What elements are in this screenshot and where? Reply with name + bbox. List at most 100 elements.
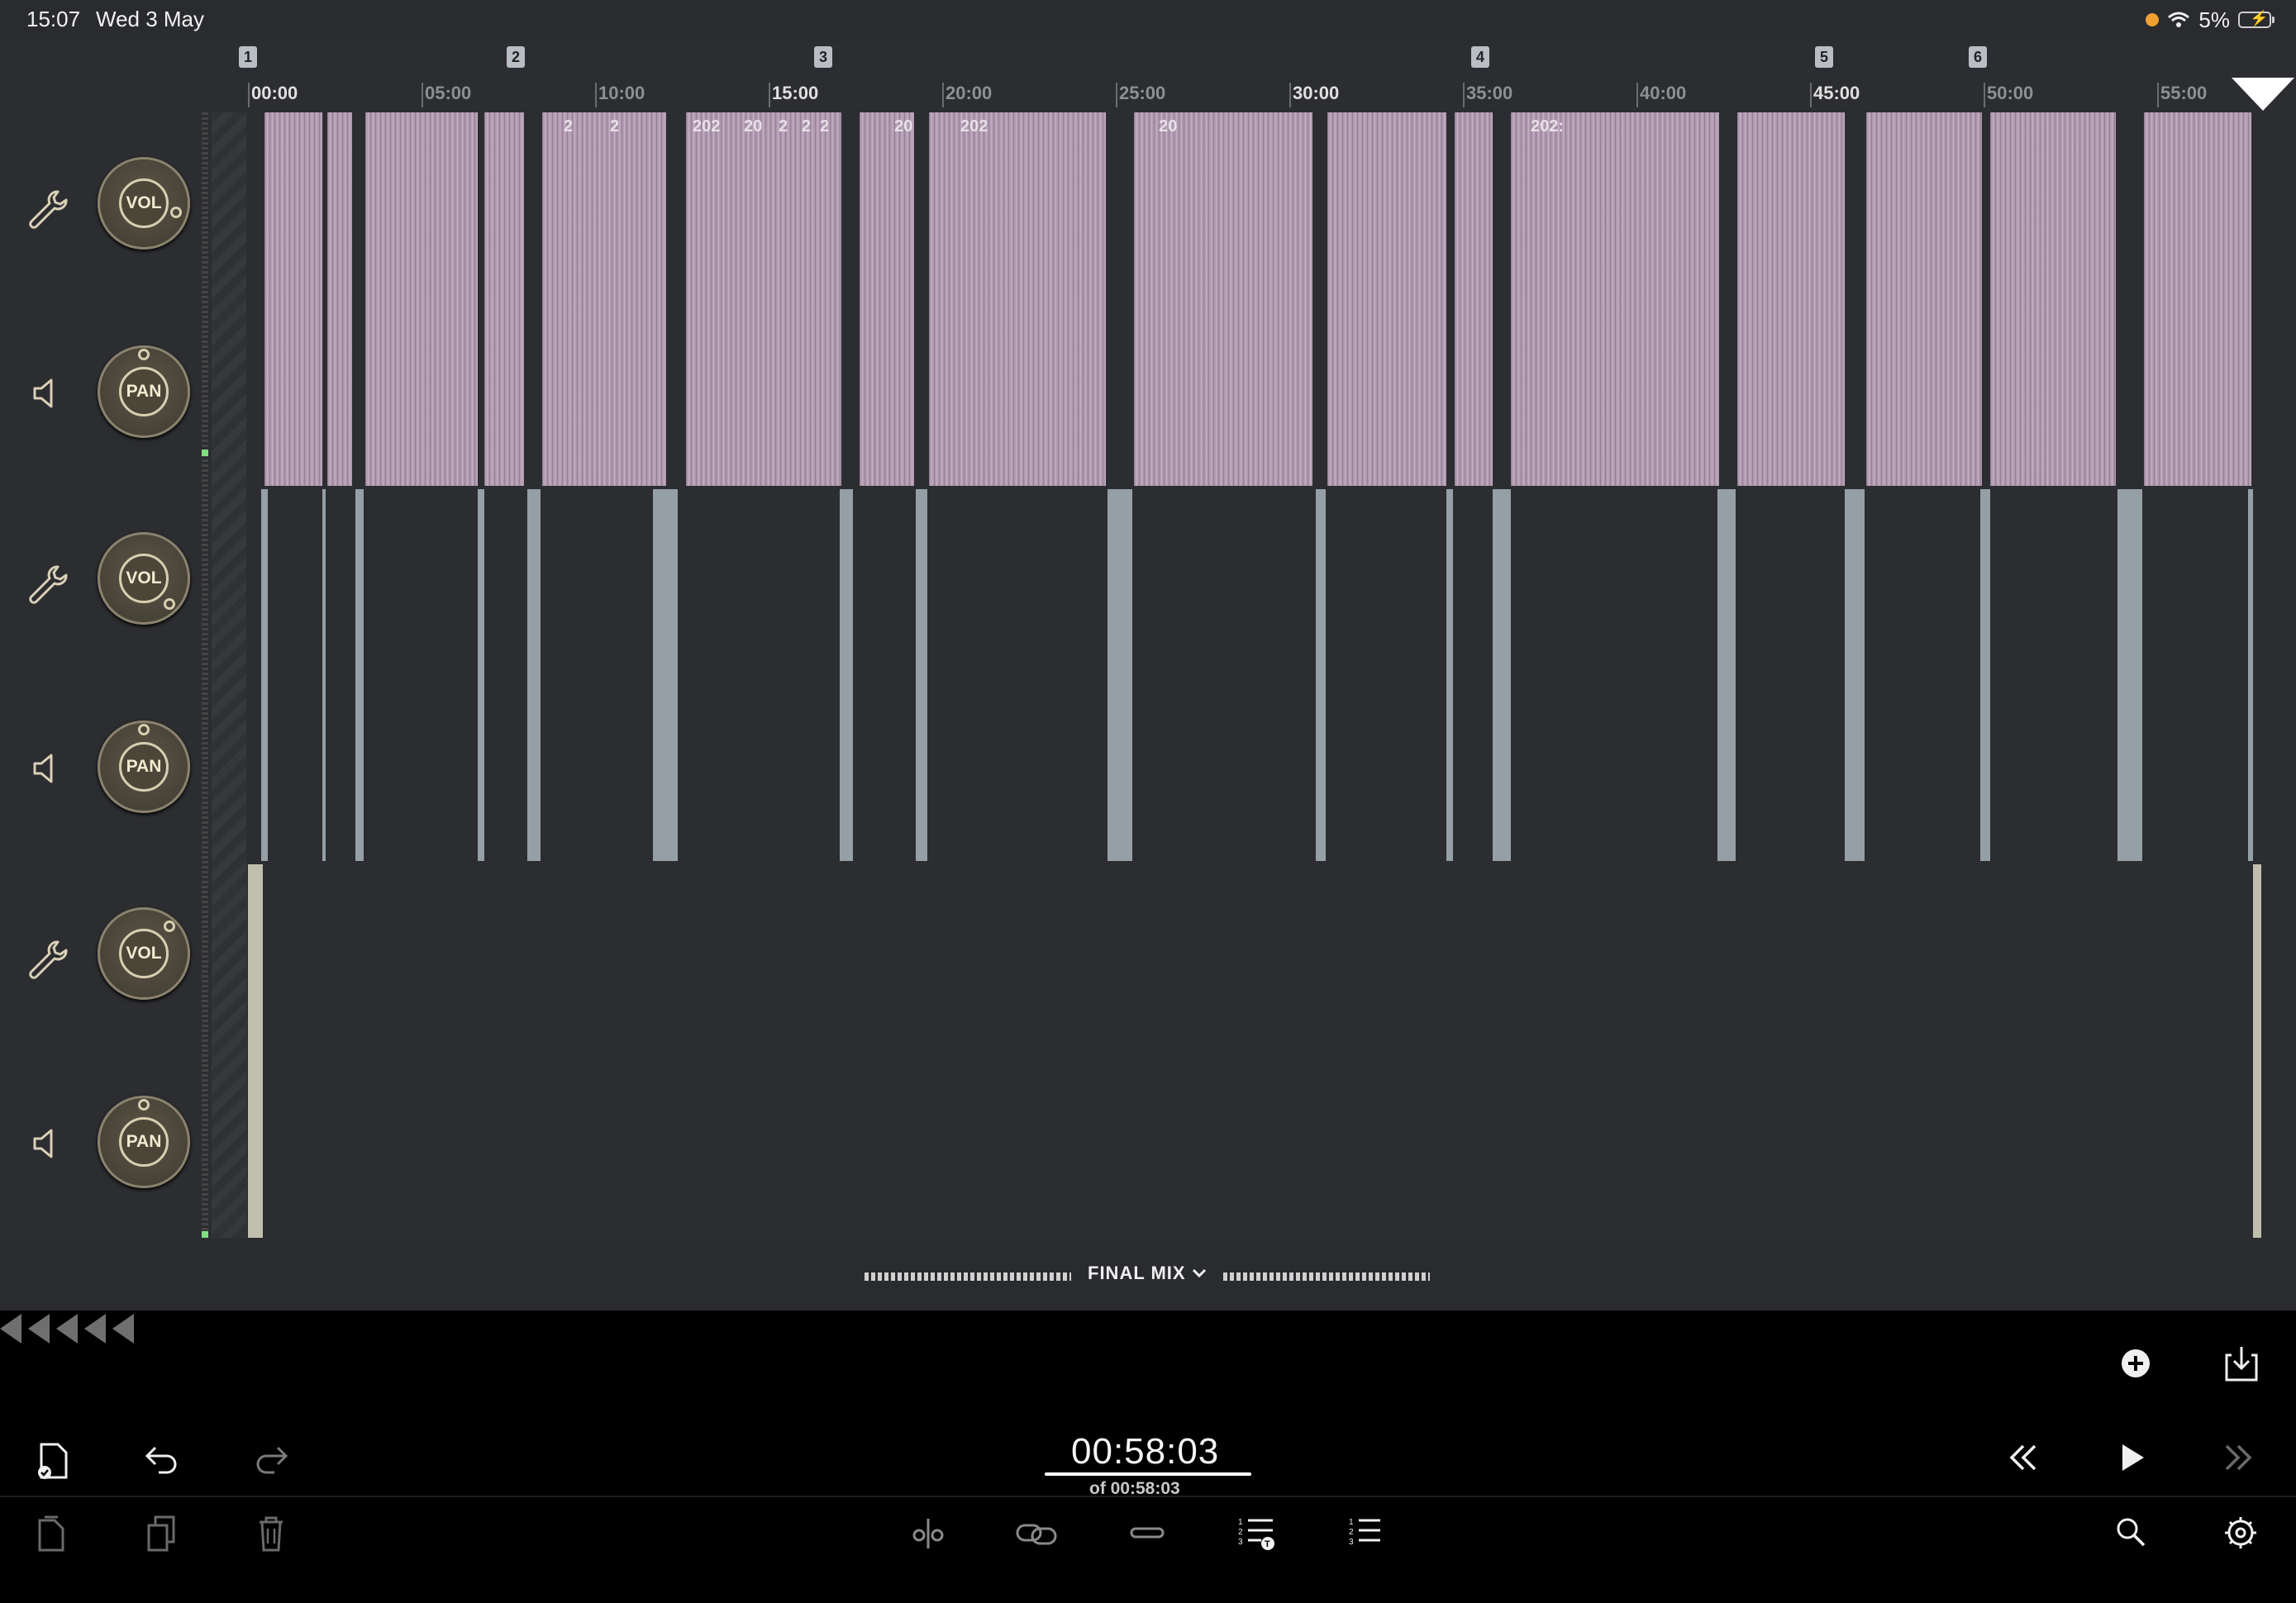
tick-line [1463, 83, 1465, 107]
status-time: 15:07 [26, 7, 81, 31]
pan-knob[interactable]: PAN [98, 1096, 190, 1188]
audio-clip[interactable] [484, 112, 524, 486]
tick-line [942, 83, 944, 107]
audio-clip[interactable] [1446, 489, 1453, 861]
mic-indicator-icon [2146, 13, 2160, 26]
audio-clip[interactable] [1990, 112, 2116, 486]
export-icon[interactable] [2223, 1344, 2260, 1383]
audio-clip[interactable] [355, 489, 364, 861]
audio-clip[interactable] [248, 864, 263, 1238]
audio-clip[interactable] [1737, 112, 1845, 486]
document-check-icon[interactable] [35, 1441, 71, 1481]
battery-percent: 5% [2198, 7, 2230, 32]
fast-forward-icon[interactable] [2222, 1443, 2255, 1472]
marker-1[interactable]: 1 [239, 46, 257, 68]
knob-label: VOL [119, 929, 169, 978]
list-icon[interactable]: 123 [1347, 1515, 1384, 1548]
tick-line [1116, 83, 1117, 107]
tick-label: 40:00 [1640, 83, 1687, 103]
audio-clip[interactable] [264, 112, 322, 486]
audio-clip[interactable] [527, 489, 541, 861]
rewind-icon[interactable] [2007, 1443, 2040, 1472]
marker-4[interactable]: 4 [1471, 46, 1489, 68]
audio-clip[interactable] [916, 489, 927, 861]
wrench-icon[interactable] [25, 562, 68, 605]
position-bar[interactable] [1045, 1472, 1251, 1476]
audio-clip[interactable] [1980, 489, 1990, 861]
drag-handle-right[interactable] [1223, 1272, 1430, 1281]
audio-clip[interactable] [2248, 489, 2253, 861]
marker-5[interactable]: 5 [1815, 46, 1833, 68]
audio-clip[interactable]: 22 [542, 112, 666, 486]
knob-indicator [164, 598, 175, 610]
add-icon[interactable] [2119, 1347, 2152, 1380]
clip-label: 2 [820, 117, 830, 136]
timeline-tracks[interactable]: 22 202 20 2 2 2 20 202 20 202: [248, 112, 2296, 1238]
copy-icon[interactable] [35, 1514, 68, 1553]
marker-6[interactable]: 6 [1969, 46, 1987, 68]
timeline-ruler[interactable]: 1 2 3 4 5 6 00:00 05:00 10:00 15:00 20:0… [0, 41, 2296, 112]
audio-clip[interactable] [478, 489, 484, 861]
volume-knob[interactable]: VOL [98, 532, 190, 625]
svg-text:2: 2 [1349, 1528, 1354, 1537]
link-icon[interactable] [1015, 1517, 1058, 1550]
audio-clip[interactable]: 202 20 2 2 2 [686, 112, 841, 486]
audio-clip[interactable] [2117, 489, 2142, 861]
svg-text:3: 3 [1238, 1538, 1243, 1547]
redo-icon[interactable] [253, 1443, 289, 1476]
tick-label: 35:00 [1466, 83, 1513, 103]
marker-2[interactable]: 2 [507, 46, 525, 68]
pan-knob[interactable]: PAN [98, 345, 190, 438]
clip-label: 202: [1531, 117, 1565, 136]
audio-clip[interactable] [1493, 489, 1511, 861]
audio-clip[interactable] [1316, 489, 1326, 861]
audio-clip[interactable] [1327, 112, 1446, 486]
pan-knob[interactable]: PAN [98, 721, 190, 813]
audio-clip[interactable] [327, 112, 352, 486]
audio-clip[interactable] [1717, 489, 1736, 861]
undo-icon[interactable] [144, 1443, 180, 1476]
clip-label: 2 [564, 117, 574, 136]
knob-label: PAN [119, 1117, 169, 1167]
audio-clip[interactable]: 20 [1134, 112, 1312, 486]
collapse-arrows-icon[interactable] [0, 1314, 141, 1347]
play-icon[interactable] [2117, 1441, 2147, 1474]
final-mix-dropdown[interactable]: FINAL MIX [1088, 1263, 1207, 1284]
wrench-icon[interactable] [25, 937, 68, 980]
audio-clip[interactable] [261, 489, 268, 861]
audio-clip[interactable] [1455, 112, 1493, 486]
marker-3[interactable]: 3 [814, 46, 832, 68]
split-icon[interactable] [911, 1517, 946, 1550]
speaker-icon[interactable] [30, 377, 63, 410]
audio-clip[interactable]: 202 [929, 112, 1106, 486]
audio-clip[interactable] [1108, 489, 1132, 861]
audio-clip[interactable] [365, 112, 478, 486]
wrench-icon[interactable] [25, 187, 68, 230]
tick-line [1636, 83, 1638, 107]
volume-knob[interactable]: VOL [98, 907, 190, 1000]
drag-handle-left[interactable] [865, 1272, 1071, 1281]
audio-clip[interactable] [2144, 112, 2251, 486]
audio-clip[interactable] [1866, 112, 1982, 486]
speaker-icon[interactable] [30, 1127, 63, 1160]
meter-peak [202, 1231, 208, 1238]
fade-icon[interactable] [1129, 1520, 1165, 1545]
audio-clip[interactable] [840, 489, 853, 861]
battery-icon: ⚡ [2238, 10, 2275, 28]
trash-icon[interactable] [256, 1514, 286, 1553]
volume-knob[interactable]: VOL [98, 157, 190, 250]
audio-clip[interactable] [653, 489, 678, 861]
audio-clip[interactable] [2253, 864, 2261, 1238]
audio-clip[interactable]: 202: [1511, 112, 1719, 486]
settings-icon[interactable] [2223, 1515, 2258, 1550]
audio-clip[interactable] [1845, 489, 1865, 861]
paste-icon[interactable] [145, 1514, 179, 1553]
search-icon[interactable] [2114, 1515, 2147, 1548]
speaker-icon[interactable] [30, 752, 63, 785]
markers-list-icon[interactable]: 123 T [1236, 1515, 1276, 1552]
tick-line [1289, 83, 1291, 107]
audio-clip[interactable]: 20 [860, 112, 914, 486]
audio-clip[interactable] [322, 489, 326, 861]
knob-indicator [138, 349, 150, 360]
playhead-handle[interactable] [2232, 78, 2294, 111]
